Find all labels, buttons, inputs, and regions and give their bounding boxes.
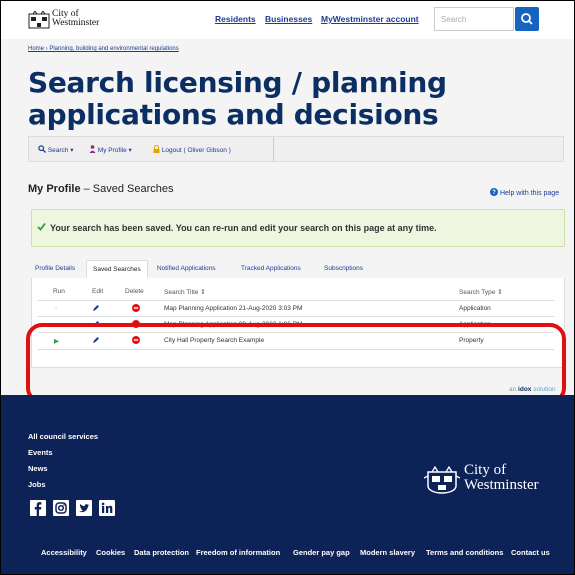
footer-link-accessibility[interactable]: Accessibility [41, 548, 87, 557]
search-icon [38, 145, 46, 153]
tab-profile-details[interactable]: Profile Details [35, 265, 75, 272]
footer-link-freedom-of-information[interactable]: Freedom of information [196, 548, 280, 557]
footer-link-terms-and-conditions[interactable]: Terms and conditions [426, 548, 503, 557]
footer-link-data-protection[interactable]: Data protection [134, 548, 189, 557]
site-footer: All council services Events News Jobs Ci… [1, 395, 574, 574]
toolbar-search-menu[interactable]: Search ▾ [38, 145, 74, 154]
search-type-cell: Application [459, 305, 491, 312]
profile-tabs: Profile Details Saved Searches Notified … [31, 260, 565, 279]
table-row: - Map Planning Application 21-Aug-2020 3… [38, 300, 554, 317]
column-header-search-type[interactable]: Search Type ⇕ [459, 288, 503, 296]
nav-businesses[interactable]: Businesses [265, 14, 312, 24]
toolbar-divider [273, 137, 274, 161]
footer-link-gender-pay-gap[interactable]: Gender pay gap [293, 548, 350, 557]
footer-link-jobs[interactable]: Jobs [28, 480, 46, 489]
footer-logo[interactable]: City of Westminster [424, 460, 544, 500]
nav-residents[interactable]: Residents [215, 14, 256, 24]
lock-icon [153, 145, 160, 153]
profile-heading-rest: – Saved Searches [80, 183, 174, 195]
tab-saved-searches[interactable]: Saved Searches [86, 260, 148, 278]
idox-prefix: an [509, 386, 519, 393]
page-title: Search licensing / planning applications… [28, 66, 447, 131]
crest-icon [424, 466, 460, 494]
alert-message: Your search has been saved. You can re-r… [50, 223, 437, 233]
user-icon [89, 145, 96, 153]
tab-notified-applications[interactable]: Notified Applications [157, 265, 216, 272]
toolbar-search-label: Search [47, 147, 69, 154]
delete-icon[interactable] [132, 304, 140, 312]
column-header-edit: Edit [92, 288, 104, 295]
crest-icon [28, 11, 50, 29]
breadcrumb[interactable]: Home › Planning, building and environmen… [28, 46, 179, 52]
help-icon: ? [490, 188, 498, 196]
success-alert: Your search has been saved. You can re-r… [31, 209, 565, 247]
profile-heading: My Profile – Saved Searches [28, 183, 174, 195]
footer-link-cookies[interactable]: Cookies [96, 548, 125, 557]
caret-down-icon: ▾ [128, 147, 132, 154]
logo-line2: Westminster [52, 18, 100, 28]
svg-text:?: ? [492, 190, 496, 196]
idox-suffix: solution [531, 386, 556, 393]
search-input[interactable]: Search [434, 7, 514, 31]
main-content: Home › Planning, building and environmen… [1, 39, 574, 404]
idox-badge: an idox solution [509, 386, 556, 393]
idox-brand: idox [518, 386, 532, 393]
toolbar-logout[interactable]: Logout ( Oliver Gibson ) [153, 145, 231, 154]
user-toolbar: Search ▾ My Profile ▾ Logout ( Oliver Gi… [28, 136, 564, 162]
footer-link-events[interactable]: Events [28, 448, 53, 457]
twitter-icon[interactable] [76, 500, 92, 516]
check-icon [37, 222, 46, 231]
profile-heading-bold: My Profile [28, 183, 81, 195]
footer-link-news[interactable]: News [28, 464, 48, 473]
help-link[interactable]: ? Help with this page [490, 188, 559, 197]
caret-down-icon: ▾ [70, 147, 74, 154]
site-header: City of Westminster Residents Businesses … [1, 1, 574, 39]
toolbar-logout-label: Logout ( Oliver Gibson ) [161, 147, 231, 154]
toolbar-profile-label: My Profile [97, 147, 127, 154]
column-header-search-title[interactable]: Search Title ⇕ [164, 288, 206, 296]
tab-tracked-applications[interactable]: Tracked Applications [241, 265, 301, 272]
search-icon [521, 13, 533, 25]
footer-logo-line2: Westminster [464, 477, 539, 493]
site-logo[interactable]: City of Westminster [28, 9, 124, 30]
search-title-cell[interactable]: Map Planning Application 21-Aug-2020 3:0… [164, 305, 302, 312]
column-header-delete: Delete [125, 288, 144, 295]
footer-link-modern-slavery[interactable]: Modern slavery [360, 548, 415, 557]
edit-icon[interactable] [92, 304, 100, 312]
column-header-run: Run [53, 288, 65, 295]
nav-mywestminster-account[interactable]: MyWestminster account [321, 14, 419, 24]
help-link-label: Help with this page [499, 190, 560, 197]
linkedin-icon[interactable] [99, 500, 115, 516]
run-cell: - [55, 305, 58, 312]
search-button[interactable] [515, 7, 539, 31]
tab-subscriptions[interactable]: Subscriptions [324, 265, 363, 272]
footer-link-contact-us[interactable]: Contact us [511, 548, 550, 557]
toolbar-profile-menu[interactable]: My Profile ▾ [89, 145, 132, 154]
browser-page: City of Westminster Residents Businesses … [0, 0, 575, 575]
footer-link-all-council-services[interactable]: All council services [28, 432, 98, 441]
footer-logo-line1: City of [464, 462, 507, 478]
facebook-icon[interactable] [30, 500, 46, 516]
instagram-icon[interactable] [53, 500, 69, 516]
highlight-annotation [26, 323, 566, 404]
